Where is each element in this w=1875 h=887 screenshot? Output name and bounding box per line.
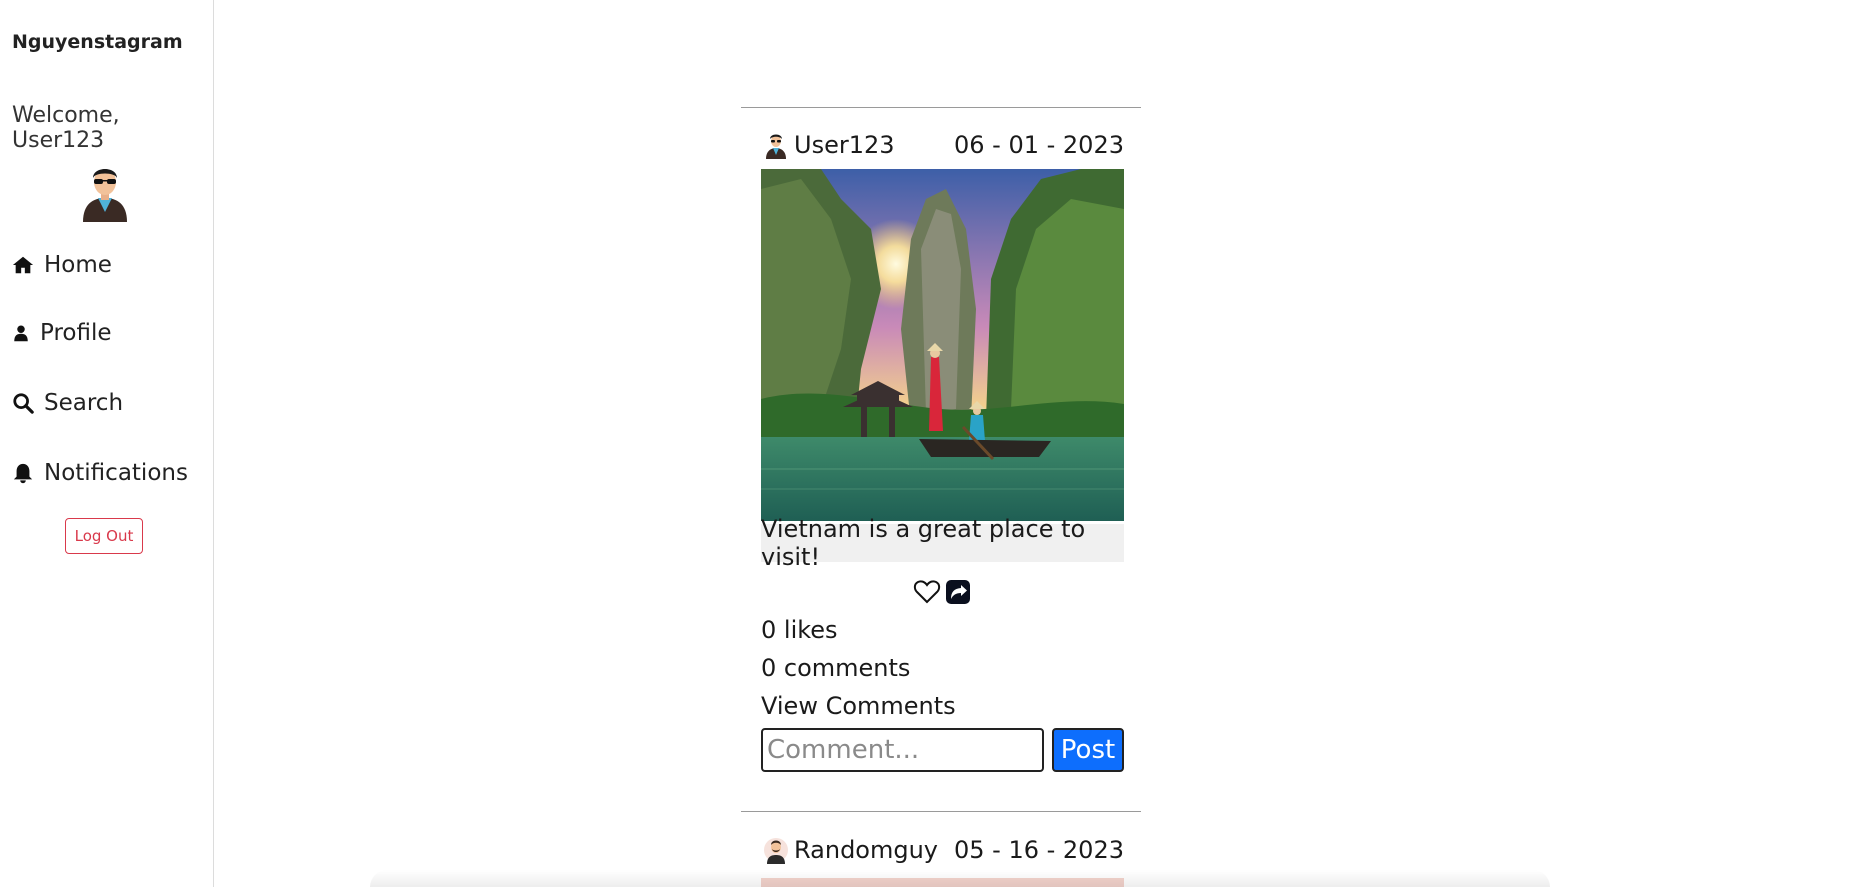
heart-icon[interactable] (913, 578, 941, 606)
post-actions (913, 578, 972, 606)
user-icon (14, 325, 28, 342)
post-caption: Vietnam is a great place to visit! (761, 515, 1124, 571)
nav-notifications-label: Notifications (44, 460, 188, 486)
nav-notifications[interactable]: Notifications (12, 460, 188, 486)
nav-home-label: Home (44, 252, 112, 278)
nav-search[interactable]: Search (12, 390, 123, 416)
post-divider (741, 107, 1141, 108)
nav-profile-label: Profile (40, 320, 112, 346)
post-username[interactable]: User123 (794, 131, 895, 159)
comment-input[interactable] (761, 728, 1044, 772)
share-icon[interactable] (944, 578, 972, 606)
brand-logo[interactable]: Nguyenstagram (12, 31, 183, 53)
post-author[interactable]: Randomguy (764, 836, 938, 864)
search-icon (13, 393, 34, 414)
post-photo[interactable] (761, 169, 1124, 521)
author-avatar (766, 134, 786, 159)
likes-count: 0 likes (761, 616, 838, 644)
nav-home[interactable]: Home (12, 252, 112, 278)
nav-search-label: Search (44, 390, 124, 416)
post-divider (741, 811, 1141, 812)
sidebar: Nguyenstagram Welcome, User123 Home Prof… (0, 0, 214, 887)
post-username[interactable]: Randomguy (794, 836, 938, 864)
scroll-shadow (370, 870, 1550, 887)
author-avatar (764, 838, 788, 864)
home-icon (12, 256, 34, 274)
comments-count: 0 comments (761, 654, 911, 682)
logout-button[interactable]: Log Out (65, 518, 143, 554)
post-header: Randomguy 05 - 16 - 2023 (764, 833, 1124, 867)
user-avatar[interactable] (79, 160, 131, 222)
welcome-text: Welcome, User123 (12, 103, 120, 153)
post-header: User123 06 - 01 - 2023 (764, 128, 1124, 162)
post-author[interactable]: User123 (764, 131, 895, 159)
bell-icon (13, 463, 33, 484)
view-comments-link[interactable]: View Comments (761, 692, 956, 720)
post-date: 05 - 16 - 2023 (954, 836, 1124, 864)
nav-profile[interactable]: Profile (12, 320, 112, 346)
post-comment-button[interactable]: Post (1052, 728, 1124, 772)
post-date: 06 - 01 - 2023 (954, 131, 1124, 159)
